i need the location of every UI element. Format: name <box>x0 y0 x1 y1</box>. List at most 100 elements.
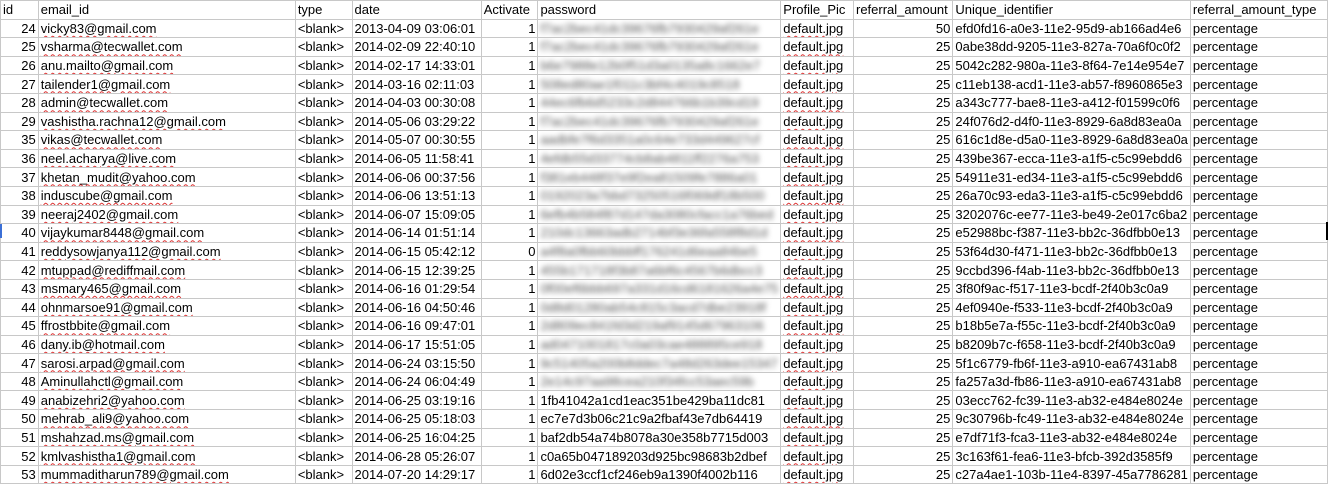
cell-activate[interactable]: 1 <box>480 111 539 132</box>
cell-unique-identifier[interactable]: c11eb138-acd1-11e3-ab57-f8960865e3 <box>952 74 1191 94</box>
cell-id[interactable]: 50 <box>0 409 39 429</box>
cell-id[interactable]: 28 <box>0 92 39 113</box>
cell-date[interactable]: 2014-06-16 01:29:54 <box>351 278 482 299</box>
cell-activate[interactable]: 1 <box>480 316 539 336</box>
cell-activate[interactable]: 1 <box>480 167 539 187</box>
cell-unique-identifier[interactable]: 24f076d2-d4f0-11e3-8929-6a8d83ea0a <box>952 111 1191 132</box>
cell-activate[interactable]: 1 <box>480 18 539 39</box>
cell-referral-amount-type[interactable]: percentage <box>1189 334 1328 355</box>
cell-unique-identifier[interactable]: 9ccbd396-f4ab-11e3-bb2c-36dfbb0e13 <box>952 260 1191 280</box>
cell-profile-pic[interactable]: default.jpg <box>780 74 854 94</box>
cell-id[interactable]: 36 <box>0 148 39 169</box>
cell-email[interactable]: tailender1@gmail.com <box>37 74 296 94</box>
cell-unique-identifier[interactable]: 439be367-ecca-11e3-a1f5-c5c99ebdd6 <box>952 148 1191 169</box>
cell-password[interactable]: f7ac2bec41dc39676fb7930429af261e <box>537 18 782 39</box>
cell-date[interactable]: 2014-06-16 04:50:46 <box>351 297 482 318</box>
cell-email[interactable]: admin@tecwallet.com <box>37 92 296 113</box>
cell-type[interactable]: <blank> <box>294 241 353 262</box>
cell-type[interactable]: <blank> <box>294 464 353 484</box>
column-header-unique-identifier[interactable]: Unique_identifier <box>952 0 1191 20</box>
cell-referral-amount-type[interactable]: percentage <box>1189 148 1328 169</box>
cell-password[interactable]: 1fb41042a1cd1eac351be429ba11dc81 <box>537 390 782 411</box>
column-header-profile-pic[interactable]: Profile_Pic <box>780 0 854 20</box>
cell-password[interactable]: 6d02e3ccf1cf246eb9a1390f4002b116 <box>537 464 782 484</box>
cell-password[interactable]: 2e14c97aa98cea210f34fcc53aec59b <box>537 371 782 392</box>
cell-referral-amount[interactable]: 25 <box>852 223 954 243</box>
cell-email[interactable]: vashistha.rachna12@gmail.com <box>37 111 296 132</box>
cell-id[interactable]: 40 <box>0 223 39 243</box>
cell-referral-amount-type[interactable]: percentage <box>1189 74 1328 94</box>
cell-referral-amount[interactable]: 25 <box>852 316 954 336</box>
cell-password[interactable]: 210dc13663adb2714bf3e36fa558f8d1d <box>537 223 782 243</box>
cell-date[interactable]: 2014-05-06 03:29:22 <box>351 111 482 132</box>
column-header-password[interactable]: password <box>537 0 782 20</box>
cell-referral-amount-type[interactable]: percentage <box>1189 204 1328 225</box>
cell-email[interactable]: vijaykumar8448@gmail.com <box>37 223 296 243</box>
cell-referral-amount-type[interactable]: percentage <box>1189 390 1328 411</box>
cell-activate[interactable]: 1 <box>480 130 539 150</box>
column-header-id[interactable]: id <box>0 0 39 20</box>
cell-unique-identifier[interactable]: 5042c282-980a-11e3-8f64-7e14e954e7 <box>952 55 1191 76</box>
cell-password[interactable]: baf2db54a74b8078a30e358b7715d003 <box>537 427 782 448</box>
cell-type[interactable]: <blank> <box>294 409 353 429</box>
cell-profile-pic[interactable]: default.jpg <box>780 130 854 150</box>
cell-referral-amount[interactable]: 25 <box>852 464 954 484</box>
cell-referral-amount[interactable]: 25 <box>852 353 954 373</box>
cell-profile-pic[interactable]: default.jpg <box>780 185 854 206</box>
cell-type[interactable]: <blank> <box>294 427 353 448</box>
cell-referral-amount[interactable]: 25 <box>852 185 954 206</box>
cell-activate[interactable]: 1 <box>480 37 539 57</box>
cell-unique-identifier[interactable]: efd0fd16-a0e3-11e2-95d9-ab166ad4e6 <box>952 18 1191 39</box>
cell-referral-amount-type[interactable]: percentage <box>1189 353 1328 373</box>
cell-date[interactable]: 2014-02-17 14:33:01 <box>351 55 482 76</box>
cell-unique-identifier[interactable]: 3202076c-ee77-11e3-be49-2e017c6ba2 <box>952 204 1191 225</box>
cell-type[interactable]: <blank> <box>294 390 353 411</box>
cell-referral-amount-type[interactable]: percentage <box>1189 223 1328 243</box>
cell-id[interactable]: 25 <box>0 37 39 57</box>
cell-id[interactable]: 41 <box>0 241 39 262</box>
cell-date[interactable]: 2014-03-16 02:11:03 <box>351 74 482 94</box>
cell-type[interactable]: <blank> <box>294 55 353 76</box>
cell-referral-amount-type[interactable]: percentage <box>1189 409 1328 429</box>
cell-activate[interactable]: 1 <box>480 204 539 225</box>
cell-id[interactable]: 27 <box>0 74 39 94</box>
cell-email[interactable]: mshahzad.ms@gmail.com <box>37 427 296 448</box>
cell-type[interactable]: <blank> <box>294 167 353 187</box>
cell-activate[interactable]: 1 <box>480 55 539 76</box>
cell-type[interactable]: <blank> <box>294 92 353 113</box>
cell-referral-amount[interactable]: 25 <box>852 409 954 429</box>
cell-referral-amount-type[interactable]: percentage <box>1189 92 1328 113</box>
cell-date[interactable]: 2014-06-05 11:58:41 <box>351 148 482 169</box>
cell-profile-pic[interactable]: default.jpg <box>780 353 854 373</box>
cell-unique-identifier[interactable]: b18b5e7a-f55c-11e3-bcdf-2f40b3c0a9 <box>952 316 1191 336</box>
cell-referral-amount-type[interactable]: percentage <box>1189 260 1328 280</box>
cell-unique-identifier[interactable]: a343c777-bae8-11e3-a412-f01599c0f6 <box>952 92 1191 113</box>
cell-id[interactable]: 38 <box>0 185 39 206</box>
column-header-type[interactable]: type <box>294 0 353 20</box>
cell-referral-amount-type[interactable]: percentage <box>1189 371 1328 392</box>
cell-id[interactable]: 42 <box>0 260 39 280</box>
cell-type[interactable]: <blank> <box>294 334 353 355</box>
cell-email[interactable]: ffrostbbite@gmail.com <box>37 316 296 336</box>
cell-profile-pic[interactable]: default.jpg <box>780 334 854 355</box>
cell-id[interactable]: 39 <box>0 204 39 225</box>
cell-date[interactable]: 2014-07-20 14:29:17 <box>351 464 482 484</box>
cell-unique-identifier[interactable]: 4ef0940e-f533-11e3-bcdf-2f40b3c0a9 <box>952 297 1191 318</box>
cell-email[interactable]: mummaditharun789@gmail.com <box>37 464 296 484</box>
cell-unique-identifier[interactable]: 0abe38dd-9205-11e3-827a-70a6f0c0f2 <box>952 37 1191 57</box>
cell-unique-identifier[interactable]: e7df71f3-fca3-11e3-ab32-e484e8024e <box>952 427 1191 448</box>
cell-date[interactable]: 2014-02-09 22:40:10 <box>351 37 482 57</box>
column-header-activate[interactable]: Activate <box>480 0 539 20</box>
cell-id[interactable]: 49 <box>0 390 39 411</box>
cell-profile-pic[interactable]: default.jpg <box>780 167 854 187</box>
cell-type[interactable]: <blank> <box>294 148 353 169</box>
cell-password[interactable]: 0d8d01280ab54c815c3acd7dbe23918f <box>537 297 782 318</box>
cell-email[interactable]: mtuppad@rediffmail.com <box>37 260 296 280</box>
cell-date[interactable]: 2014-05-07 00:30:55 <box>351 130 482 150</box>
cell-date[interactable]: 2014-06-06 13:51:13 <box>351 185 482 206</box>
cell-email[interactable]: vikas@tecwallet.com <box>37 130 296 150</box>
cell-activate[interactable]: 1 <box>480 278 539 299</box>
cell-date[interactable]: 2014-06-07 15:09:05 <box>351 204 482 225</box>
cell-type[interactable]: <blank> <box>294 111 353 132</box>
cell-date[interactable]: 2014-06-24 06:04:49 <box>351 371 482 392</box>
